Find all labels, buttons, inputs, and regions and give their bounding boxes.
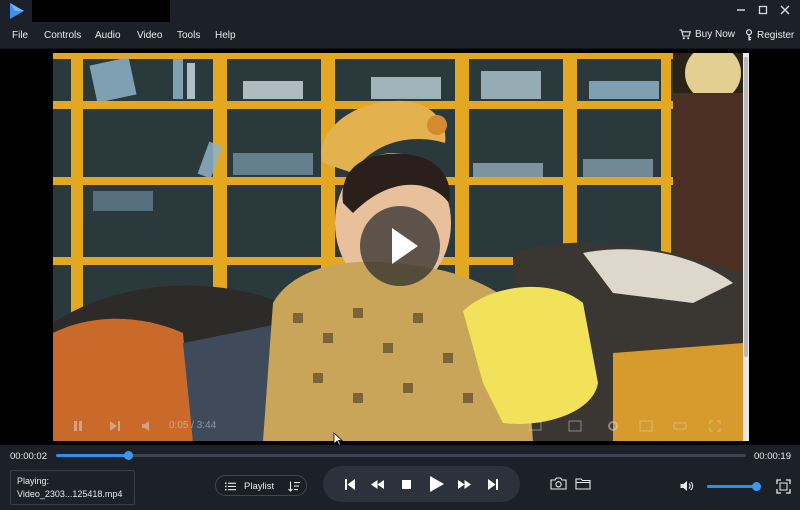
play-icon	[392, 228, 418, 264]
buy-now-button[interactable]: Buy Now	[679, 29, 735, 40]
sort-icon	[288, 481, 300, 492]
volume-slider-handle[interactable]	[752, 482, 761, 491]
video-scroll-thumb[interactable]	[744, 57, 748, 357]
maximize-button[interactable]	[754, 2, 772, 20]
big-play-button[interactable]	[360, 206, 440, 286]
volume-slider[interactable]	[707, 485, 756, 488]
overlay-settings-icon	[529, 420, 582, 432]
title-bar	[0, 0, 800, 22]
overlay-fullscreen-icon	[709, 420, 721, 432]
menu-video[interactable]: Video	[137, 30, 162, 41]
maximize-icon	[758, 5, 768, 15]
key-icon	[745, 29, 753, 41]
current-time: 00:00:02	[10, 451, 47, 462]
register-label: Register	[757, 29, 795, 41]
play-logo-icon	[10, 3, 24, 19]
minimize-button[interactable]	[732, 2, 750, 20]
overlay-theater-icon	[673, 422, 687, 430]
transport-controls	[323, 466, 520, 502]
seek-row: 00:00:02 00:00:19	[0, 445, 800, 465]
volume-icon[interactable]	[680, 480, 694, 492]
menu-bar: File Controls Audio Video Tools Help Buy…	[0, 22, 800, 49]
cart-icon	[679, 29, 691, 40]
overlay-gear-icon	[608, 421, 618, 431]
now-playing-box: Playing: Video_2303...125418.mp4	[10, 470, 135, 505]
playlist-label: Playlist	[244, 481, 275, 492]
close-icon	[780, 5, 790, 15]
overlay-next-icon	[110, 421, 120, 431]
overlay-volume-icon	[142, 421, 149, 431]
now-playing-label: Playing:	[17, 476, 50, 486]
menu-tools[interactable]: Tools	[177, 30, 200, 41]
list-icon	[225, 482, 236, 491]
overlay-miniplayer-icon	[639, 420, 653, 432]
buy-now-label: Buy Now	[695, 29, 736, 40]
menu-file[interactable]: File	[12, 30, 28, 41]
menu-audio[interactable]: Audio	[95, 30, 121, 41]
seek-bar-progress	[56, 454, 129, 457]
video-overlay-controls: 0:05 / 3:44	[53, 413, 743, 441]
menu-help[interactable]: Help	[215, 30, 236, 41]
mouse-cursor-icon	[333, 432, 343, 446]
now-playing-file: Video_2303...125418.mp4	[17, 489, 123, 499]
play-button-icon[interactable]	[430, 476, 444, 492]
minimize-icon	[737, 9, 745, 11]
skip-previous-icon[interactable]	[345, 479, 355, 490]
seek-bar[interactable]	[56, 451, 746, 460]
stop-icon[interactable]	[402, 480, 411, 489]
fullscreen-icon[interactable]	[776, 479, 791, 494]
control-bar: Playing: Video_2303...125418.mp4 Playlis…	[0, 465, 800, 510]
skip-next-icon[interactable]	[488, 479, 498, 490]
playlist-button[interactable]: Playlist	[215, 475, 307, 496]
overlay-time: 0:05 / 3:44	[169, 420, 217, 431]
overlay-pause-icon	[74, 421, 82, 431]
video-area[interactable]: 0:05 / 3:44	[0, 49, 800, 446]
total-time: 00:00:19	[754, 451, 791, 462]
open-folder-icon[interactable]	[575, 477, 591, 490]
menu-controls[interactable]: Controls	[44, 30, 81, 41]
rewind-icon[interactable]	[371, 480, 384, 489]
register-button[interactable]: Register	[745, 29, 794, 41]
fast-forward-icon[interactable]	[458, 480, 471, 489]
close-button[interactable]	[776, 2, 794, 20]
seek-bar-handle[interactable]	[124, 451, 134, 460]
snapshot-camera-icon[interactable]	[550, 477, 567, 490]
window-title-redacted	[32, 0, 170, 22]
